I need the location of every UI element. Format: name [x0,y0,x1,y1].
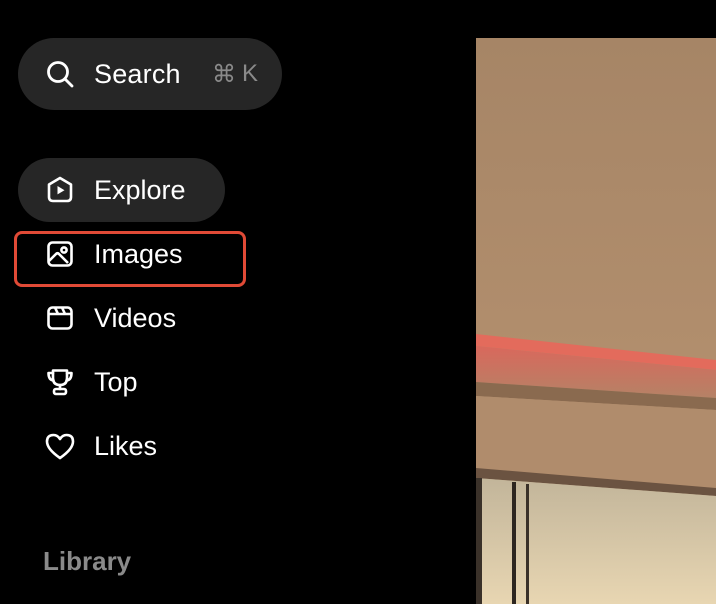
nav-item-videos[interactable]: Videos [18,286,176,350]
search-label: Search [94,58,181,89]
search-button[interactable]: Search ⌘ K [18,38,282,110]
command-key-icon: ⌘ [211,60,236,88]
nav-item-explore[interactable]: Explore [18,158,225,222]
sidebar: Search ⌘ K Explore Images Videos Top Lik… [0,0,476,604]
nav-item-label: Images [94,238,183,269]
nav-item-label: Videos [94,302,177,333]
nav-item-label: Explore [94,174,186,205]
library-heading: Library [43,546,132,576]
image-icon [44,238,76,270]
search-icon [44,58,76,90]
compass-play-icon [44,174,76,206]
trophy-icon [44,366,76,398]
nav-item-likes[interactable]: Likes [18,414,157,478]
heart-icon [44,430,76,462]
shortcut-key: K [241,60,258,87]
preview-image[interactable] [476,38,716,604]
nav-item-label: Top [94,366,138,397]
nav-item-top[interactable]: Top [18,350,138,414]
video-icon [44,302,76,334]
nav-item-label: Likes [94,430,158,461]
search-shortcut: ⌘ K [212,60,258,89]
nav-item-images[interactable]: Images [18,222,183,286]
